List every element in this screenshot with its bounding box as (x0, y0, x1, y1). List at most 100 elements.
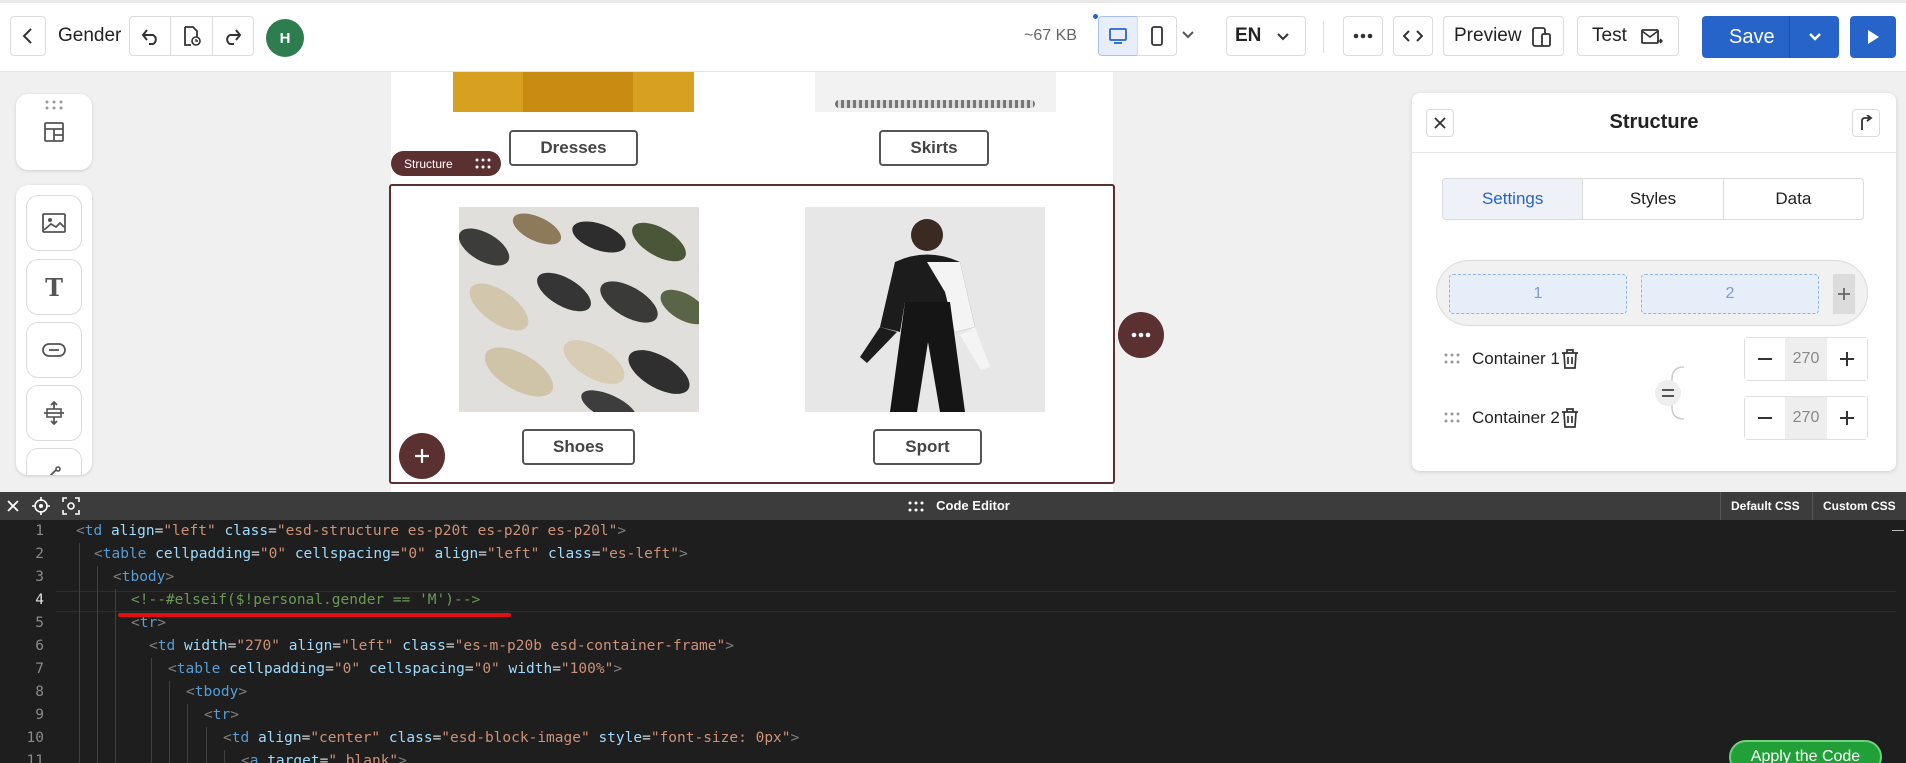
chevron-left-icon (22, 28, 32, 44)
line-number: 5 (35, 615, 44, 631)
trash-icon[interactable] (1560, 348, 1580, 370)
container-label: Container 2 (1472, 408, 1560, 427)
container-label: Container 1 (1472, 349, 1560, 368)
container-width-value[interactable]: 270 (1785, 338, 1827, 380)
code-line: <td width="270" align="left" class="es-m… (149, 638, 734, 654)
link-icon (49, 466, 61, 475)
minus-icon (1758, 358, 1772, 360)
dresses-image[interactable] (453, 72, 694, 112)
code-editor[interactable]: 1 2 3 4 5 6 7 8 9 10 11 <td align="left"… (0, 520, 1906, 763)
arrow-up-icon (1861, 115, 1873, 130)
panel-title: Structure (1609, 111, 1699, 133)
tab-styles[interactable]: Styles (1583, 179, 1724, 219)
blocks-toggle[interactable] (16, 94, 92, 170)
line-number: 3 (35, 569, 44, 585)
selected-structure-frame[interactable] (389, 184, 1115, 484)
decrease-width-button[interactable] (1745, 338, 1785, 380)
apply-code-button[interactable]: Apply the Code (1729, 740, 1882, 763)
save-options-button[interactable] (1789, 16, 1839, 58)
structure-actions-button[interactable] (1118, 312, 1164, 358)
chevron-down-icon (1182, 31, 1194, 39)
structure-settings-panel: Structure Settings Styles Data 1 2 Conta… (1412, 93, 1896, 471)
code-line: <tr> (204, 707, 239, 723)
more-horizontal-icon (1131, 332, 1151, 338)
mobile-view-button[interactable] (1137, 16, 1177, 56)
preview-label: Preview (1454, 25, 1522, 46)
template-name[interactable]: Gender (58, 16, 121, 56)
skirts-button[interactable]: Skirts (879, 130, 989, 166)
drag-handle-icon[interactable] (1444, 412, 1460, 423)
line-number: 4 (35, 592, 44, 608)
columns-layout: 1 2 (1436, 260, 1868, 326)
undo-button[interactable] (129, 16, 171, 56)
trash-icon[interactable] (1560, 407, 1580, 429)
code-editor-header: Code Editor Default CSS Custom CSS (0, 492, 1906, 520)
devices-icon (1532, 27, 1551, 47)
preview-button[interactable]: Preview (1443, 16, 1564, 56)
add-block-button[interactable] (399, 433, 445, 479)
version-history-button[interactable] (170, 16, 213, 56)
avatar[interactable]: H (266, 19, 304, 57)
image-block-tool[interactable] (26, 195, 82, 251)
spacer-icon (44, 400, 64, 426)
tab-custom-css[interactable]: Custom CSS (1812, 492, 1906, 520)
code-line: <tbody> (113, 569, 175, 585)
drag-handle-icon (475, 158, 491, 169)
code-line: <!--#elseif($!personal.gender == 'M')--> (131, 592, 481, 608)
mobile-icon (1151, 26, 1163, 46)
add-column-button[interactable] (1833, 274, 1855, 314)
chevron-down-icon (1808, 33, 1821, 41)
redo-button[interactable] (212, 16, 254, 56)
back-button[interactable] (10, 16, 46, 56)
increase-width-button[interactable] (1827, 397, 1867, 439)
equal-width-link[interactable] (1648, 365, 1688, 421)
more-actions-button[interactable] (1343, 16, 1383, 56)
skirts-image[interactable] (815, 72, 1056, 112)
line-number: 9 (35, 707, 44, 723)
image-icon (42, 213, 66, 233)
dresses-button[interactable]: Dresses (509, 130, 638, 166)
desktop-icon (1109, 28, 1127, 44)
code-icon (1403, 30, 1423, 42)
code-line: <tr> (131, 615, 166, 631)
button-block-tool[interactable] (26, 322, 82, 378)
template-size: ~67 KB (1024, 27, 1077, 44)
language-select[interactable]: EN (1226, 16, 1306, 56)
test-button[interactable]: Test (1577, 16, 1679, 56)
highlight-underline (118, 613, 511, 617)
undo-icon (141, 29, 157, 45)
view-dropdown-button[interactable] (1180, 28, 1196, 47)
container-width-stepper: 270 (1744, 396, 1868, 440)
column-chip-2[interactable]: 2 (1641, 274, 1819, 314)
code-line: <td align="center" class="esd-block-imag… (223, 730, 800, 746)
structure-tag[interactable]: Structure (391, 151, 501, 176)
drag-handle-icon[interactable] (1444, 353, 1460, 364)
chevron-down-icon (1277, 33, 1289, 41)
plus-icon (415, 449, 429, 463)
code-line: <table cellpadding="0" cellspacing="0" a… (94, 546, 688, 562)
line-number: 7 (35, 661, 44, 677)
spacer-block-tool[interactable] (26, 385, 82, 441)
tab-default-css[interactable]: Default CSS (1720, 492, 1810, 520)
tab-data[interactable]: Data (1724, 179, 1863, 219)
tab-settings[interactable]: Settings (1443, 179, 1584, 219)
more-horizontal-icon (1353, 33, 1373, 39)
desktop-view-button[interactable] (1098, 16, 1138, 56)
social-block-tool[interactable] (26, 448, 82, 475)
code-view-button[interactable] (1393, 16, 1433, 56)
run-button[interactable] (1850, 16, 1896, 58)
line-number: 6 (35, 638, 44, 654)
top-toolbar: Gender H ~67 KB EN Preview Test Save (0, 0, 1906, 72)
select-parent-button[interactable] (1852, 109, 1880, 137)
plus-icon (1840, 352, 1854, 366)
increase-width-button[interactable] (1827, 338, 1867, 380)
container-width-value[interactable]: 270 (1785, 397, 1827, 439)
text-block-tool[interactable]: T (26, 259, 82, 315)
panel-tabs: Settings Styles Data (1442, 178, 1864, 220)
column-chip-1[interactable]: 1 (1449, 274, 1627, 314)
code-line: <td align="left" class="esd-structure es… (76, 523, 627, 539)
line-number: 11 (26, 753, 44, 763)
decrease-width-button[interactable] (1745, 397, 1785, 439)
line-number: 2 (35, 546, 44, 562)
drag-handle-icon (45, 100, 63, 110)
